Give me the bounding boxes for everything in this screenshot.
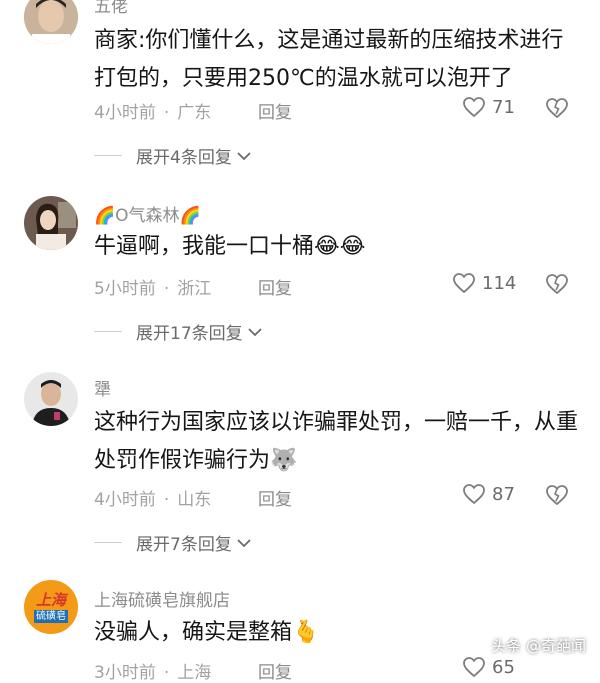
comment-meta: 4小时前 · 山东 回复: [94, 485, 394, 510]
broken-heart-icon: [546, 98, 568, 119]
location: 浙江: [177, 279, 212, 299]
expand-replies-label: 展开17条回复: [136, 324, 243, 344]
timestamp: 4小时前: [94, 490, 156, 510]
heart-icon: [463, 657, 485, 678]
like-count: 114: [482, 272, 517, 294]
timestamp: 4小时前: [94, 103, 156, 123]
comment-text-body: 没骗人，确实是整箱: [94, 620, 293, 645]
like-button[interactable]: 71: [462, 96, 515, 118]
like-button[interactable]: 114: [452, 272, 516, 294]
expand-replies-label: 展开4条回复: [136, 148, 232, 168]
laughing-emoji: 😂😂: [314, 234, 366, 259]
like-button[interactable]: 65: [462, 656, 515, 678]
watermark: 头条 @奇葩闻: [491, 637, 586, 655]
brand-logo-text-top: 上海: [35, 590, 66, 609]
like-button[interactable]: 87: [462, 483, 515, 505]
heart-icon: [463, 97, 485, 118]
reply-button[interactable]: 回复: [258, 274, 292, 299]
dislike-button[interactable]: [545, 97, 569, 123]
location: 山东: [177, 490, 212, 510]
username[interactable]: 🌈O气森林🌈: [94, 201, 201, 226]
like-count: 87: [492, 483, 515, 505]
comment-meta: 4小时前 · 广东 回复: [94, 98, 394, 123]
comment-meta: 3小时前 · 上海 回复: [94, 658, 394, 683]
comment-text: 牛逼啊，我能一口十桶😂😂: [94, 228, 584, 266]
username[interactable]: 五佬: [94, 0, 128, 17]
broken-heart-icon: [546, 274, 568, 295]
location: 广东: [177, 103, 212, 123]
separator: ·: [163, 490, 170, 510]
chevron-down-icon: [248, 327, 262, 336]
timestamp: 3小时前: [94, 663, 156, 683]
expand-replies-button[interactable]: 展开7条回复: [94, 530, 252, 555]
separator: ·: [163, 279, 170, 299]
avatar[interactable]: [24, 0, 78, 44]
avatar[interactable]: [24, 196, 78, 250]
chevron-down-icon: [237, 538, 251, 547]
expand-replies-label: 展开7条回复: [136, 535, 232, 555]
dislike-button[interactable]: [545, 273, 569, 299]
dislike-button[interactable]: [545, 484, 569, 510]
divider-line: [94, 542, 122, 543]
avatar[interactable]: 上海 硫磺皂: [24, 580, 78, 634]
finger-heart-emoji: 🫰: [292, 620, 320, 645]
reply-button[interactable]: 回复: [258, 485, 292, 510]
comment-text: 商家:你们懂什么，这是通过最新的压缩技术进行打包的，只要用250℃的温水就可以泡…: [94, 28, 564, 91]
timestamp: 5小时前: [94, 279, 156, 299]
separator: ·: [163, 663, 170, 683]
username[interactable]: 上海硫磺皂旗舰店: [94, 586, 230, 611]
comment-text-body: 牛逼啊，我能一口十桶: [94, 234, 315, 259]
separator: ·: [163, 103, 170, 123]
comment-text: 这种行为国家应该以诈骗罪处罚，一赔一千，从重处罚作假诈骗行为🐺: [94, 404, 584, 480]
avatar[interactable]: [24, 372, 78, 426]
expand-replies-button[interactable]: 展开4条回复: [94, 143, 252, 168]
reply-button[interactable]: 回复: [258, 658, 292, 683]
like-count: 71: [492, 96, 515, 118]
wolf-emoji: 🐺: [270, 448, 298, 473]
divider-line: [94, 331, 122, 332]
divider-line: [94, 155, 122, 156]
comment-text-body: 这种行为国家应该以诈骗罪处罚，一赔一千，从重处罚作假诈骗行为: [94, 410, 579, 473]
reply-button[interactable]: 回复: [258, 98, 292, 123]
heart-icon: [453, 273, 475, 294]
rainbow-emoji: 🌈: [94, 206, 116, 226]
username[interactable]: 犟: [94, 375, 111, 400]
heart-icon: [463, 484, 485, 505]
chevron-down-icon: [237, 151, 251, 160]
broken-heart-icon: [546, 485, 568, 506]
brand-logo-text-bottom: 硫磺皂: [34, 609, 68, 623]
rainbow-emoji: 🌈: [179, 206, 201, 226]
comment-meta: 5小时前 · 浙江 回复: [94, 274, 394, 299]
username-text: O气森林: [115, 206, 180, 226]
like-count: 65: [492, 656, 515, 678]
location: 上海: [177, 663, 212, 683]
expand-replies-button[interactable]: 展开17条回复: [94, 319, 263, 344]
